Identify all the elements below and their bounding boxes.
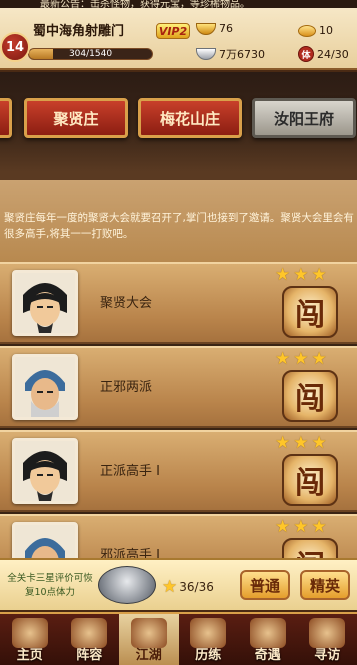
player-level-badge: 14 <box>0 32 30 62</box>
star-icon: ★ <box>293 433 309 453</box>
level-title: 正邪两派 <box>100 380 153 395</box>
stage-description-panel: 聚贤庄每年一度的聚贤大会就要召开了,掌门也接到了邀请。聚贤大会里会有很多高手,将… <box>0 172 357 262</box>
ingot-resource[interactable]: 76 <box>196 22 233 35</box>
nav-home[interactable]: 主页 <box>0 614 60 665</box>
star-icon: ★ <box>275 349 291 369</box>
nav-team[interactable]: 阵容 <box>60 614 120 665</box>
stamina-value: 24/30 <box>317 47 349 61</box>
three-star-hint: 全关卡三星评价可恢复10点体力 <box>7 573 93 598</box>
challenge-button[interactable]: 闯 <box>282 370 338 422</box>
portrait-blue-armored-warrior <box>12 354 78 420</box>
level-row[interactable]: 正派高手 I ★ ★ ★ 闯 <box>0 430 357 512</box>
star-count-value: 36/36 <box>179 580 214 594</box>
vip-badge[interactable]: VIP2 <box>156 23 190 39</box>
star-icon: ★ <box>275 517 291 537</box>
silver-value: 7万6730 <box>219 48 265 61</box>
challenge-button[interactable]: 闯 <box>282 454 338 506</box>
exp-text: 304/1540 <box>68 49 113 59</box>
star-icon: ★ <box>293 517 309 537</box>
nav-adventure[interactable]: 奇遇 <box>238 614 298 665</box>
star-rating: ★ ★ ★ <box>275 266 327 284</box>
tab-label: 汝阳王府 <box>273 109 334 128</box>
challenge-button[interactable]: 闯 <box>282 286 338 338</box>
level-row[interactable]: 聚贤大会 ★ ★ ★ 闯 <box>0 262 357 344</box>
player-name[interactable]: 蜀中海角射雕门 <box>33 20 124 39</box>
tab-juxianzhuang[interactable]: 聚贤庄 <box>24 98 128 138</box>
star-rating: ★ ★ ★ <box>275 350 327 368</box>
nav-label: 奇遇 <box>254 648 281 663</box>
stage-description: 聚贤庄每年一度的聚贤大会就要召开了,掌门也接到了邀请。聚贤大会里会有很多高手,将… <box>4 212 354 240</box>
star-icon: ★ <box>293 349 309 369</box>
star-icon: ★ <box>162 577 178 597</box>
portrait-black-haired-swordsman <box>12 438 78 504</box>
level-row[interactable]: 正邪两派 ★ ★ ★ 闯 <box>0 346 357 428</box>
player-header: 14 蜀中海角射雕门 304/1540 VIP2 76 7万6730 10 体 … <box>0 8 357 70</box>
stamina-icon: 体 <box>298 46 314 62</box>
star-icon: ★ <box>293 265 309 285</box>
yuanbao-resource[interactable]: 10 <box>298 24 333 37</box>
star-rating: ★ ★ ★ <box>275 518 327 536</box>
nav-search[interactable]: 寻访 <box>298 614 357 665</box>
level-list[interactable]: 聚贤大会 ★ ★ ★ 闯 正邪两派 ★ ★ ★ 闯 正派高手 I ★ ★ ★ 闯 邪派高手 … <box>0 262 357 562</box>
nav-training[interactable]: 历练 <box>179 614 239 665</box>
nav-jianghu[interactable]: 江湖 <box>119 614 179 665</box>
silver-ingot-icon <box>196 48 216 60</box>
challenge-bar: 全关卡三星评价可恢复10点体力 ★ 36/36 普通 精英 <box>0 558 357 610</box>
ingot-value: 76 <box>219 22 233 35</box>
yuanbao-icon <box>298 24 316 37</box>
star-icon: ★ <box>311 265 327 285</box>
exp-bar: 304/1540 <box>28 48 153 60</box>
level-row[interactable]: 邪派高手 I ★★★ 闯 <box>0 514 357 562</box>
star-count: ★ 36/36 <box>162 578 214 596</box>
silver-chest-icon[interactable] <box>98 566 156 604</box>
nav-label: 阵容 <box>76 648 103 663</box>
silver-resource[interactable]: 7万6730 <box>196 46 265 62</box>
tab-label: 聚贤庄 <box>53 109 99 128</box>
player-level: 14 <box>5 39 25 55</box>
normal-mode-button[interactable]: 普通 <box>240 570 290 600</box>
yuanbao-value: 10 <box>319 24 333 37</box>
tab-meihua-shanzhuang[interactable]: 梅花山庄 <box>138 98 242 138</box>
location-tabs: 聚贤庄 梅花山庄 汝阳王府 <box>0 72 357 172</box>
tab-ruyang-wangfu[interactable]: 汝阳王府 <box>252 98 356 138</box>
portrait-black-haired-swordsman <box>12 270 78 336</box>
elite-mode-button[interactable]: 精英 <box>300 570 350 600</box>
star-icon: ★ <box>311 433 327 453</box>
level-title: 正派高手 I <box>100 464 160 479</box>
stamina-resource[interactable]: 体 24/30 <box>298 46 349 62</box>
star-icon: ★ <box>311 517 327 537</box>
star-icon: ★ <box>275 433 291 453</box>
gold-ingot-icon <box>196 22 216 35</box>
nav-label: 主页 <box>16 648 43 663</box>
tab-label: 梅花山庄 <box>159 109 220 128</box>
tab-previous-partial[interactable] <box>0 98 12 138</box>
portrait-blue-armored-warrior <box>12 522 78 562</box>
star-icon: ★ <box>311 349 327 369</box>
star-rating: ★ ★ ★ <box>275 434 327 452</box>
game-screen: 最新公告：击杀怪物，获得元宝，等珍稀物品。 14 蜀中海角射雕门 304/154… <box>0 0 357 665</box>
star-icon: ★ <box>275 265 291 285</box>
level-title: 聚贤大会 <box>100 296 153 311</box>
nav-label: 历练 <box>195 648 222 663</box>
bottom-nav: 主页 阵容 江湖 历练 奇遇 寻访 <box>0 612 357 665</box>
nav-label: 寻访 <box>314 648 341 663</box>
nav-label: 江湖 <box>135 648 162 663</box>
